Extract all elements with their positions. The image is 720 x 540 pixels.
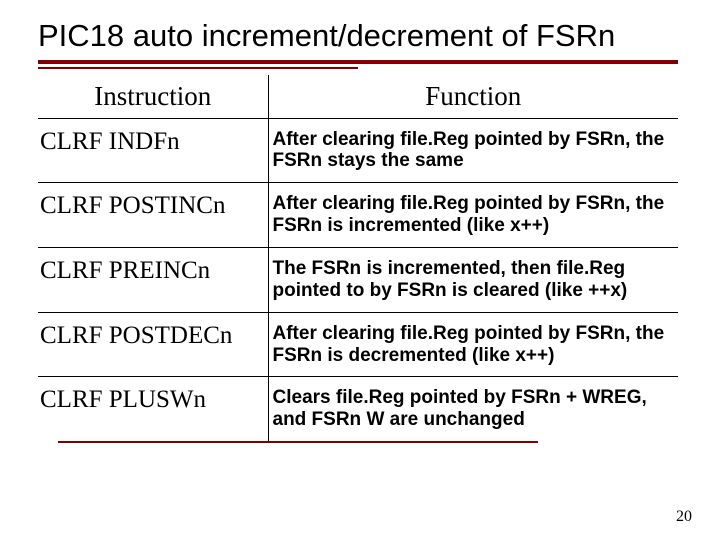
- table-row: CLRF POSTINCn After clearing file.Reg po…: [38, 183, 678, 248]
- footer-rule: [58, 441, 538, 443]
- table-row: CLRF PREINCn The FSRn is incremented, th…: [38, 248, 678, 313]
- slide: PIC18 auto increment/decrement of FSRn I…: [0, 0, 720, 540]
- table-row: CLRF PLUSWn Clears file.Reg pointed by F…: [38, 377, 678, 441]
- cell-instruction: CLRF POSTINCn: [38, 183, 268, 248]
- table-row: CLRF POSTDECn After clearing file.Reg po…: [38, 312, 678, 377]
- table-row: CLRF INDFn After clearing file.Reg point…: [38, 118, 678, 183]
- cell-instruction: CLRF POSTDECn: [38, 312, 268, 377]
- cell-function: After clearing file.Reg pointed by FSRn,…: [268, 183, 678, 248]
- table-header-row: Instruction Function: [38, 75, 678, 119]
- cell-instruction: CLRF PLUSWn: [38, 377, 268, 441]
- slide-title: PIC18 auto increment/decrement of FSRn: [38, 18, 692, 54]
- cell-instruction: CLRF INDFn: [38, 118, 268, 183]
- title-rule-thick: [38, 60, 678, 64]
- cell-function: The FSRn is incremented, then file.Reg p…: [268, 248, 678, 313]
- instruction-table: Instruction Function CLRF INDFn After cl…: [38, 75, 678, 441]
- cell-function: After clearing file.Reg pointed by FSRn,…: [268, 312, 678, 377]
- cell-function: Clears file.Reg pointed by FSRn + WREG, …: [268, 377, 678, 441]
- cell-instruction: CLRF PREINCn: [38, 248, 268, 313]
- header-instruction: Instruction: [38, 75, 268, 119]
- title-rule-thin: [38, 67, 358, 69]
- header-function: Function: [268, 75, 678, 119]
- page-number: 20: [676, 508, 692, 526]
- cell-function: After clearing file.Reg pointed by FSRn,…: [268, 118, 678, 183]
